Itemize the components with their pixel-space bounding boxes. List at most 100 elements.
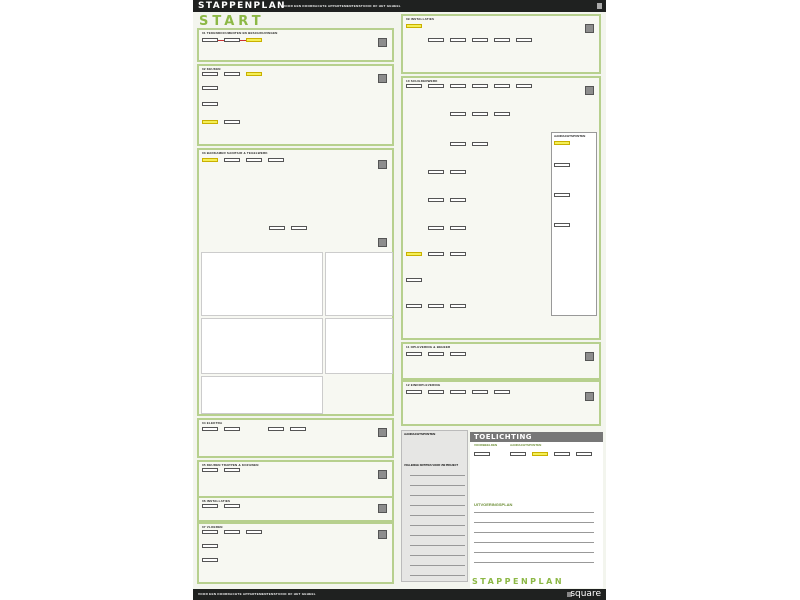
text-line xyxy=(474,512,594,513)
step-box xyxy=(450,170,466,174)
step-box-highlight xyxy=(246,72,262,76)
step-box xyxy=(202,86,218,90)
toelichting-panel: TOELICHTING VOORBEELDEN AANDACHTSPUNTEN … xyxy=(470,432,603,588)
step-box xyxy=(406,352,422,356)
step-box xyxy=(554,163,570,167)
document-icon xyxy=(378,38,387,47)
kitchen-icon xyxy=(378,74,387,83)
step-box xyxy=(450,198,466,202)
step-box xyxy=(202,468,218,472)
step-box xyxy=(202,558,218,562)
brand-logo: square xyxy=(570,589,601,599)
section-03: 03 BADKAMER SANITAIR & TEGELWERK xyxy=(197,148,394,416)
step-box xyxy=(472,84,488,88)
step-box xyxy=(494,390,510,394)
step-box xyxy=(291,226,307,230)
legend-box-highlight xyxy=(532,452,548,456)
section-07: 07 VLOEREN xyxy=(197,522,394,584)
step-box xyxy=(269,226,285,230)
text-line xyxy=(474,532,594,533)
step-box xyxy=(428,390,444,394)
step-box xyxy=(224,504,240,508)
sub-block xyxy=(325,252,393,316)
step-box xyxy=(472,112,488,116)
floor-icon xyxy=(378,530,387,539)
legend-box xyxy=(576,452,592,456)
toelichting-title: TOELICHTING xyxy=(474,433,533,441)
step-box xyxy=(450,304,466,308)
poster: STAPPENPLAN VOOR EEN DOORDACHTE APPARTEM… xyxy=(193,0,606,600)
section-heading: 12 EINDOPLEVERING xyxy=(406,383,441,387)
step-box xyxy=(224,72,240,76)
section-09: 09 INSTALLATIES xyxy=(401,14,601,74)
step-box xyxy=(202,544,218,548)
step-box xyxy=(202,72,218,76)
section-heading: 06 INSTALLATIES xyxy=(202,499,231,503)
step-box-highlight xyxy=(406,24,422,28)
step-box xyxy=(428,198,444,202)
note-line xyxy=(410,535,465,536)
step-box xyxy=(224,38,240,42)
step-box xyxy=(224,427,240,431)
step-box-highlight xyxy=(202,158,218,162)
note-line xyxy=(410,495,465,496)
note-line xyxy=(410,545,465,546)
step-box xyxy=(202,38,218,42)
step-box xyxy=(406,84,422,88)
step-box xyxy=(554,193,570,197)
footer-tagline: VOOR EEN DOORDACHTE APPARTEMENTENSTUDIO … xyxy=(198,592,316,596)
note-line xyxy=(410,475,465,476)
step-box xyxy=(494,38,510,42)
step-box xyxy=(428,226,444,230)
section-heading: 07 VLOEREN xyxy=(202,525,223,529)
step-box xyxy=(406,278,422,282)
step-box xyxy=(202,530,218,534)
section-05: 05 DEUREN TRAPPEN & KOZIJNEN xyxy=(197,460,394,498)
logo-icon xyxy=(597,3,602,9)
section-heading: 03 BADKAMER SANITAIR & TEGELWERK xyxy=(202,151,268,155)
note-line xyxy=(410,575,465,576)
step-box xyxy=(450,142,466,146)
step-box xyxy=(246,530,262,534)
bathroom-icon xyxy=(378,160,387,169)
legend-box xyxy=(554,452,570,456)
legend-box xyxy=(510,452,526,456)
step-box xyxy=(472,38,488,42)
switch-icon xyxy=(378,428,387,437)
step-box-highlight xyxy=(406,252,422,256)
toelichting-header: TOELICHTING xyxy=(470,432,603,442)
step-box xyxy=(450,38,466,42)
step-box xyxy=(290,427,306,431)
note-line xyxy=(410,525,465,526)
step-box xyxy=(450,112,466,116)
sub-block xyxy=(201,252,323,316)
step-box xyxy=(428,84,444,88)
step-box xyxy=(428,38,444,42)
poster-tagline: VOOR EEN DOORDACHTE APPARTEMENTENSTUDIO … xyxy=(283,4,401,8)
step-box xyxy=(450,352,466,356)
notes-subheading: VOLLEDIGE NOTITIES VOOR UW PROJECT xyxy=(404,464,459,467)
notes-heading: AANDACHTSPUNTEN xyxy=(404,432,436,436)
door-icon xyxy=(378,470,387,479)
step-box xyxy=(406,304,422,308)
step-box-highlight xyxy=(246,38,262,42)
section-heading: 01 TEKENDOCUMENTEN EN BESCHRIJVINGEN xyxy=(202,31,278,35)
section-heading: 04 ELEKTRA xyxy=(202,421,223,425)
step-box xyxy=(516,38,532,42)
sub-block xyxy=(201,318,323,374)
step-box xyxy=(202,427,218,431)
bottom-footer-bar: VOOR EEN DOORDACHTE APPARTEMENTENSTUDIO … xyxy=(193,589,606,600)
step-box xyxy=(494,112,510,116)
step-box xyxy=(494,84,510,88)
step-box xyxy=(450,252,466,256)
step-box xyxy=(224,530,240,534)
section-06: 06 INSTALLATIES xyxy=(197,496,394,522)
step-box xyxy=(450,226,466,230)
section-heading: 09 INSTALLATIES xyxy=(406,17,435,21)
section-12: 12 EINDOPLEVERING xyxy=(401,380,601,426)
key-icon xyxy=(585,392,594,401)
step-box xyxy=(450,390,466,394)
text-line xyxy=(474,562,594,563)
handover-icon xyxy=(585,352,594,361)
step-box xyxy=(428,304,444,308)
